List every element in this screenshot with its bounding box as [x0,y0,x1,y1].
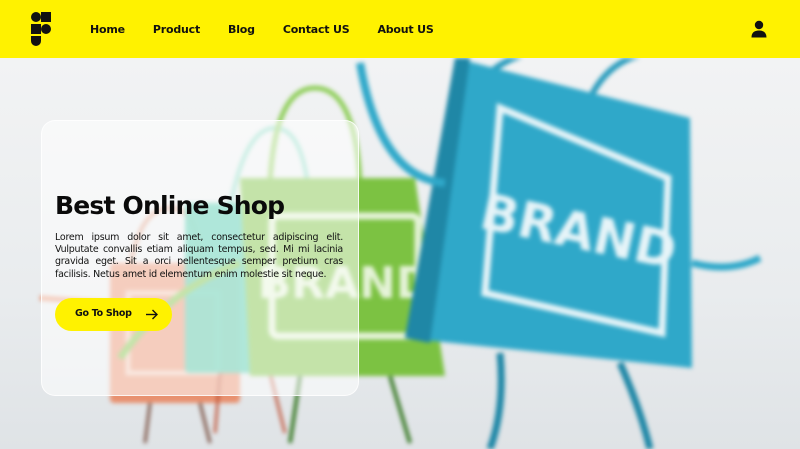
nav-contact-link[interactable]: Contact US [283,23,350,36]
top-navigation-bar: Home Product Blog Contact US About US [0,0,800,58]
nav-about-link[interactable]: About US [377,23,433,36]
nav-home-link[interactable]: Home [90,23,125,36]
hero-title: Best Online Shop [55,191,285,220]
main-nav: Home Product Blog Contact US About US [90,0,462,58]
nav-blog-link[interactable]: Blog [228,23,255,36]
go-to-shop-label: Go To Shop [75,308,132,319]
nav-product-link[interactable]: Product [153,23,200,36]
brand-logo-icon[interactable] [31,12,55,46]
go-to-shop-button[interactable]: Go To Shop [55,298,172,331]
arrow-right-icon [146,309,158,320]
hero-description: Lorem ipsum dolor sit amet, consectetur … [55,232,343,280]
user-icon[interactable] [750,20,768,38]
